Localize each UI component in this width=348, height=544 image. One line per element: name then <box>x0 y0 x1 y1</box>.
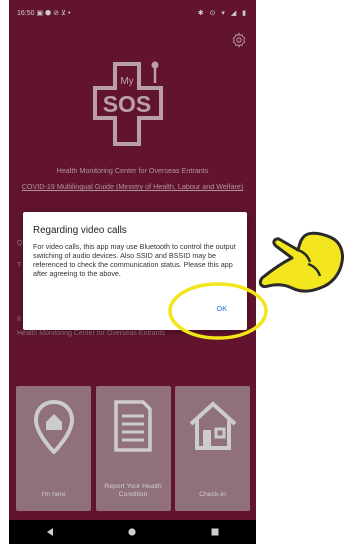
back-triangle-icon <box>47 528 54 536</box>
home-button[interactable] <box>120 520 144 544</box>
android-nav-bar <box>9 520 256 544</box>
phone-screen: 16:50 ▣ ⬢ ⊘ ⊻ • ✱ ⊙ ▾ ◢ ▮ My SOS Health … <box>9 0 256 544</box>
home-circle-icon <box>128 528 137 536</box>
back-button[interactable] <box>38 520 62 544</box>
recents-square-icon <box>211 528 219 536</box>
pointing-hand-icon <box>258 231 344 293</box>
dialog-message: For video calls, this app may use Blueto… <box>33 242 236 278</box>
recents-button[interactable] <box>203 520 227 544</box>
dialog-title: Regarding video calls <box>33 225 127 236</box>
